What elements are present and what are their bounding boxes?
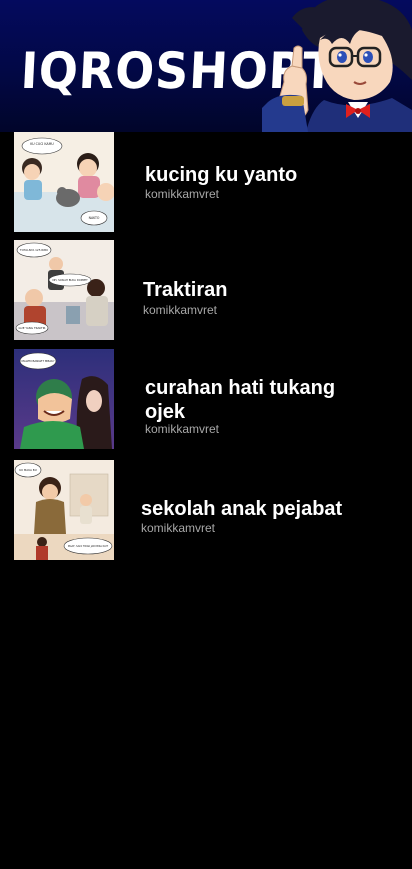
- comic-thumbnail[interactable]: MALEM BANGET MBAK?: [14, 349, 114, 449]
- comic-thumbnail[interactable]: TOTALNYA 125 RIBU IIIH, SOSIAH BUKA DOMP…: [14, 240, 114, 340]
- comic-list-item[interactable]: MALEM BANGET MBAK? curahan hati tukang o…: [0, 349, 412, 449]
- comic-thumbnail-friends-table-icon: TOTALNYA 125 RIBU IIIH, SOSIAH BUKA DOMP…: [14, 240, 114, 340]
- speech-bubble-text: TOTALNYA 125 RIBU: [19, 248, 48, 252]
- detective-boy-mascot-icon: [262, 0, 412, 132]
- comic-author: komikkamvret: [141, 521, 216, 535]
- comic-author: komikkamvret: [145, 187, 220, 201]
- comic-title[interactable]: kucing ku yanto: [145, 163, 385, 187]
- speech-bubble-text: KU MAKA BU: [19, 468, 37, 472]
- comic-list-item[interactable]: TOTALNYA 125 RIBU IIIH, SOSIAH BUKA DOMP…: [0, 240, 412, 340]
- speech-bubble-text: NAKTO: [89, 216, 100, 220]
- comic-list-item[interactable]: KU CUCI KAMU NAKTO kucing ku yanto komik…: [0, 132, 412, 232]
- comic-title[interactable]: curahan hati tukang ojek: [145, 376, 375, 424]
- comic-thumbnail-ojek-driver-icon: MALEM BANGET MBAK?: [14, 349, 114, 449]
- comic-thumbnail[interactable]: KU MAKA BU MAAF, SAYA TIDAK JADI BISA IK…: [14, 460, 114, 560]
- comic-thumbnail-kids-cat-icon: KU CUCI KAMU NAKTO: [14, 132, 114, 232]
- comic-title[interactable]: sekolah anak pejabat: [141, 497, 381, 521]
- comic-list-item[interactable]: KU MAKA BU MAAF, SAYA TIDAK JADI BISA IK…: [0, 460, 412, 560]
- speech-bubble-text: MAAF, SAYA TIDAK JADI BISA IKUT: [68, 545, 109, 548]
- comic-author: komikkamvret: [145, 422, 220, 436]
- comic-thumbnail[interactable]: KU CUCI KAMU NAKTO: [14, 132, 114, 232]
- speech-bubble-text: GUE YANG TRAKTIR: [19, 326, 46, 330]
- comic-thumbnail-official-school-icon: KU MAKA BU MAAF, SAYA TIDAK JADI BISA IK…: [14, 460, 114, 560]
- app-header: IQROSHORT: [0, 0, 412, 132]
- speech-bubble-text: IIIH, SOSIAH BUKA DOMPET: [52, 278, 88, 282]
- comic-title[interactable]: Traktiran: [143, 278, 383, 302]
- speech-bubble-text: KU CUCI KAMU: [30, 142, 54, 146]
- speech-bubble-text: MALEM BANGET MBAK?: [22, 359, 55, 363]
- comic-author: komikkamvret: [143, 303, 218, 317]
